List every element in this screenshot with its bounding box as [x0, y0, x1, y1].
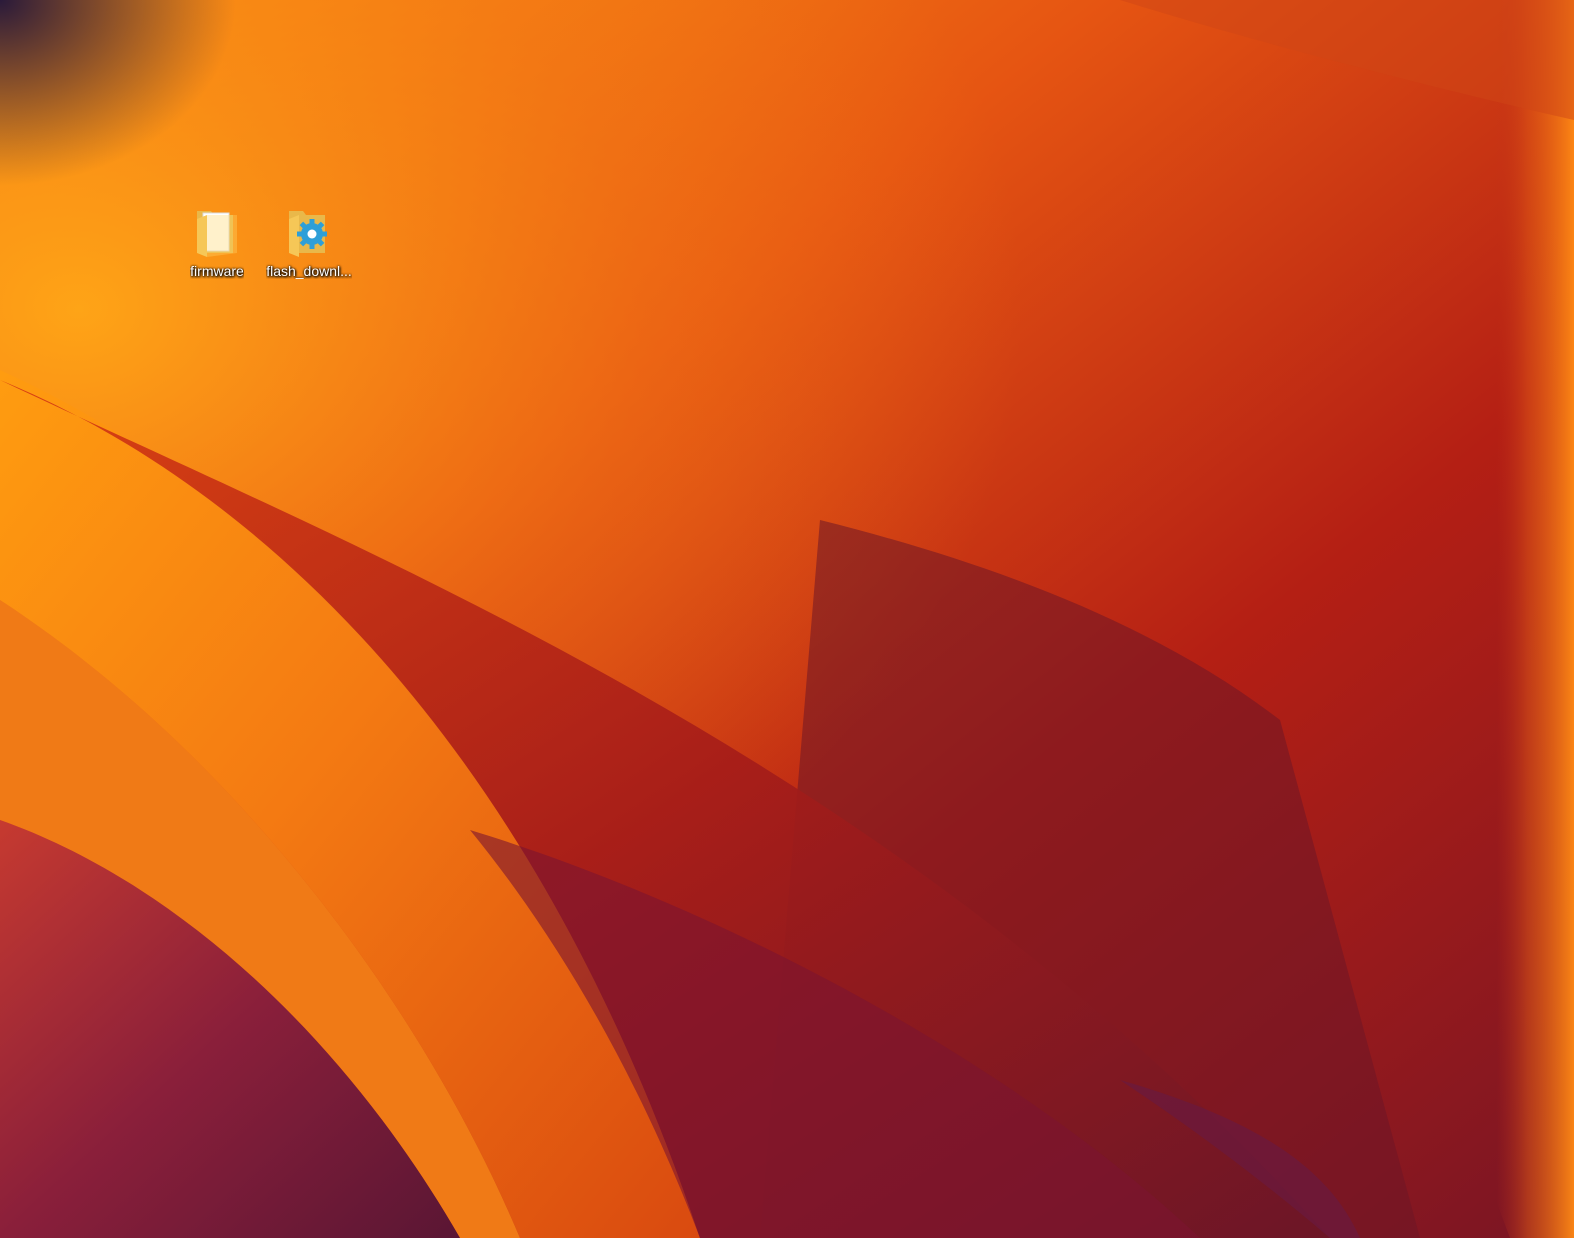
desktop-icon-label: flash_downl... — [266, 263, 352, 279]
wallpaper — [0, 0, 1574, 1238]
desktop-icon-firmware[interactable]: firmware — [170, 203, 264, 289]
desktop-icon-flash-download[interactable]: flash_downl... — [262, 203, 356, 289]
folder-gear-icon — [289, 211, 327, 257]
desktop-icon-label: firmware — [190, 263, 244, 279]
folder-icon — [197, 211, 237, 257]
desktop[interactable]: firmware flash_downl... — [0, 0, 1574, 1238]
